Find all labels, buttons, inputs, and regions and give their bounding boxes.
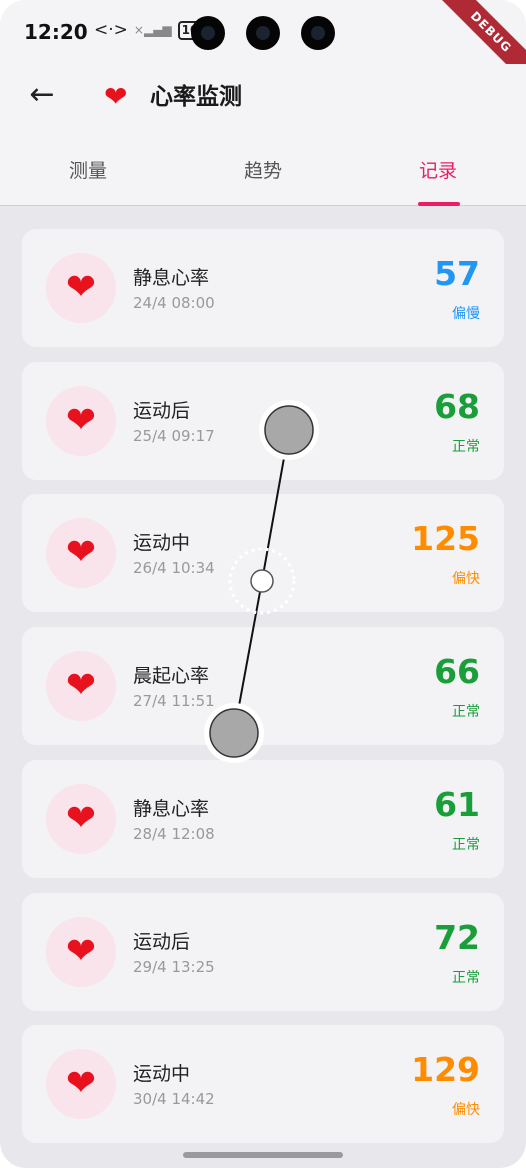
heart-rate-status: 正常 (452, 439, 480, 455)
tab-trend[interactable]: 趋势 (203, 156, 323, 183)
status-bar: 12:20 <·> ×▂▄▆ 100 DEBUG (0, 0, 526, 87)
heart-rate-value: 68 (434, 387, 480, 426)
heart-icon: ❤ (65, 931, 97, 972)
heart-rate-status: 正常 (452, 970, 480, 986)
record-time: 26/4 10:34 (133, 559, 215, 577)
record-type: 静息心率 (133, 798, 210, 820)
heart-rate-value: 125 (411, 519, 480, 558)
record-type: 运动中 (133, 1063, 191, 1085)
heart-rate-status: 正常 (452, 704, 480, 720)
record-card[interactable]: ❤ 静息心率 24/4 08:00 57 偏慢 (22, 229, 504, 347)
app-bar: ← ❤ 心率监测 (0, 64, 526, 130)
heart-rate-value: 72 (434, 918, 480, 957)
record-type: 运动后 (133, 931, 191, 953)
network-icon: <·> (94, 20, 128, 40)
heart-rate-status: 偏快 (452, 1102, 480, 1118)
back-arrow-icon[interactable]: ← (24, 78, 60, 114)
camera-icon (246, 16, 280, 50)
heart-icon: ❤ (65, 267, 97, 308)
tab-indicator (418, 202, 460, 206)
record-type: 运动后 (133, 400, 191, 422)
camera-icon (191, 16, 225, 50)
heart-avatar: ❤ (46, 784, 116, 854)
record-time: 30/4 14:42 (133, 1090, 215, 1108)
heart-avatar: ❤ (46, 651, 116, 721)
page-title: 心率监测 (150, 84, 242, 110)
record-type: 晨起心率 (133, 665, 210, 687)
tab-bar: 测量 趋势 记录 (0, 130, 526, 206)
record-type: 静息心率 (133, 267, 210, 289)
record-time: 27/4 11:51 (133, 692, 215, 710)
status-time: 12:20 (24, 20, 88, 44)
camera-icon (301, 16, 335, 50)
tab-records[interactable]: 记录 (378, 156, 498, 183)
heart-avatar: ❤ (46, 386, 116, 456)
tab-measure[interactable]: 测量 (28, 156, 148, 183)
heart-icon: ❤ (65, 665, 97, 706)
heart-avatar: ❤ (46, 518, 116, 588)
heart-icon: ❤ (65, 798, 97, 839)
signal-icon: ×▂▄▆ (133, 23, 172, 37)
heart-icon: ❤ (104, 80, 128, 113)
record-card[interactable]: ❤ 运动后 29/4 13:25 72 正常 (22, 893, 504, 1011)
record-card[interactable]: ❤ 运动中 26/4 10:34 125 偏快 (22, 494, 504, 612)
heart-icon: ❤ (65, 1063, 97, 1104)
heart-rate-status: 偏快 (452, 571, 480, 587)
record-card[interactable]: ❤ 静息心率 28/4 12:08 61 正常 (22, 760, 504, 878)
heart-rate-value: 129 (411, 1050, 480, 1089)
record-card[interactable]: ❤ 运动中 30/4 14:42 129 偏快 (22, 1025, 504, 1143)
heart-rate-value: 61 (434, 785, 480, 824)
heart-rate-status: 正常 (452, 837, 480, 853)
heart-icon: ❤ (65, 532, 97, 573)
heart-rate-value: 57 (434, 254, 480, 293)
record-card[interactable]: ❤ 晨起心率 27/4 11:51 66 正常 (22, 627, 504, 745)
heart-avatar: ❤ (46, 253, 116, 323)
record-time: 25/4 09:17 (133, 427, 215, 445)
record-card[interactable]: ❤ 运动后 25/4 09:17 68 正常 (22, 362, 504, 480)
record-time: 28/4 12:08 (133, 825, 215, 843)
heart-avatar: ❤ (46, 917, 116, 987)
record-time: 24/4 08:00 (133, 294, 215, 312)
home-indicator[interactable] (183, 1152, 343, 1158)
heart-rate-value: 66 (434, 652, 480, 691)
heart-icon: ❤ (65, 400, 97, 441)
heart-rate-status: 偏慢 (452, 306, 480, 322)
heart-avatar: ❤ (46, 1049, 116, 1119)
record-time: 29/4 13:25 (133, 958, 215, 976)
record-type: 运动中 (133, 532, 191, 554)
phone-screen: 12:20 <·> ×▂▄▆ 100 DEBUG ← ❤ 心率监测 测量 趋势 … (0, 0, 526, 1168)
